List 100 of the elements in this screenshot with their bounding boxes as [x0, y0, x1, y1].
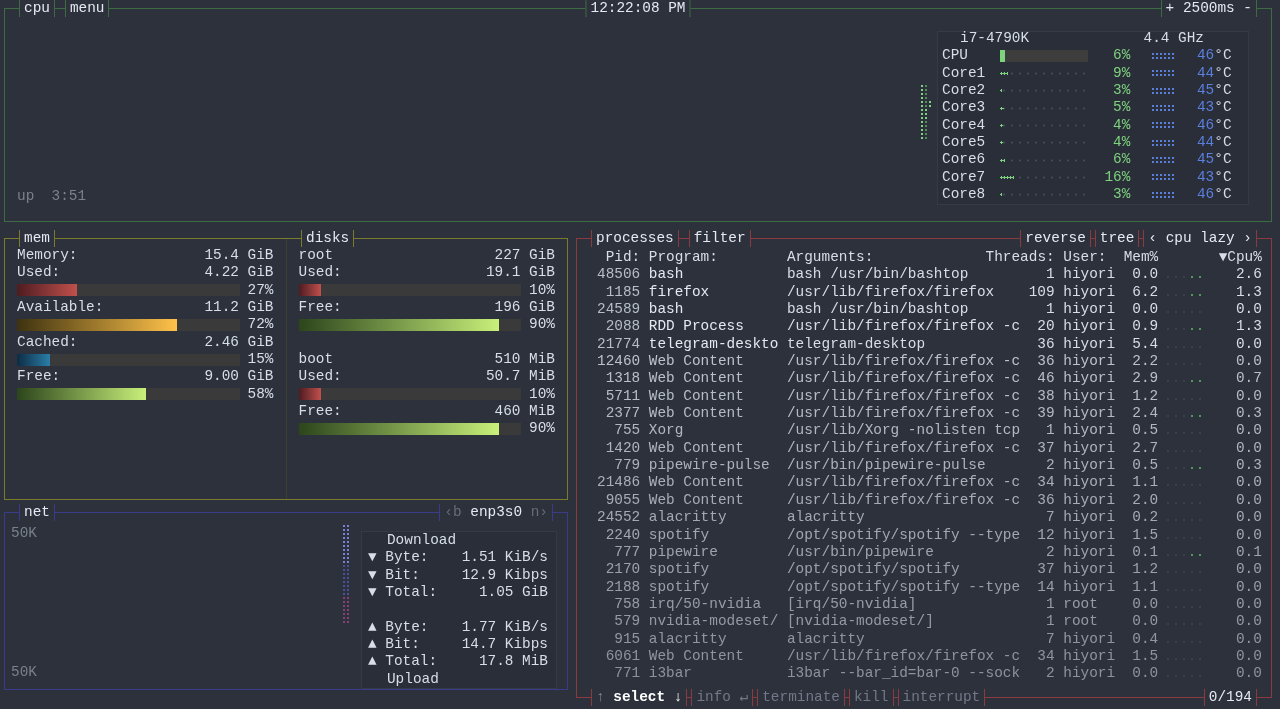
stat-value: 50.7 MiB: [485, 368, 555, 386]
user-cell: hiyori: [1063, 630, 1116, 648]
box-title: processes: [591, 230, 679, 247]
user-cell: hiyori: [1063, 457, 1116, 475]
user-cell: hiyori: [1063, 509, 1116, 527]
threads-cell-text: 1: [1045, 595, 1055, 614]
pid-cell-text: 777: [613, 543, 641, 562]
column-header[interactable]: Pid:: [597, 249, 641, 267]
pid-cell-text: 1318: [604, 370, 641, 388]
column-header[interactable]: Arguments:: [786, 249, 977, 267]
arguments-cell-text: bash /usr/bin/bashtop: [786, 266, 970, 284]
tree-toggle[interactable]: tree: [1094, 230, 1140, 247]
scale-label: 50K: [11, 525, 38, 543]
reverse-toggle[interactable]: reverse: [1020, 230, 1091, 247]
percent-text: 9%: [1112, 64, 1131, 83]
program-cell-text: i3bar: [648, 665, 693, 683]
arguments-cell: /usr/lib/firefox/firefox -c: [786, 647, 1021, 666]
arguments-cell: /usr/lib/firefox/firefox -c: [786, 439, 1021, 458]
temperature-text: 46: [1195, 186, 1215, 204]
pid-cell-text: 2088: [604, 318, 641, 336]
threads-cell-text: 34: [1036, 647, 1055, 666]
cpu-model: i7-4790K: [960, 30, 1030, 48]
unit-text: °C: [1214, 99, 1232, 117]
stat-heading: Download: [386, 532, 458, 550]
core-label: Core8: [942, 186, 987, 204]
user-cell: hiyori: [1063, 474, 1116, 492]
percent-text: 10%: [529, 385, 555, 404]
user-cell: hiyori: [1063, 266, 1116, 284]
increase-button[interactable]: +: [1165, 0, 1175, 16]
user-cell-text: root: [1063, 595, 1099, 614]
temperature-graph: [1152, 53, 1175, 59]
cpu-cell-text: 0.0: [1234, 630, 1262, 648]
user-cell: hiyori: [1063, 405, 1116, 423]
stat-label: Free:: [17, 368, 61, 386]
pid-cell-text: 579: [613, 613, 641, 631]
cpu-cell-text: 0.0: [1234, 387, 1262, 406]
mem-cell-text: 2.9: [1131, 370, 1159, 388]
cpu-cell-text: 0.0: [1234, 335, 1262, 354]
interval-text: 2500ms: [1182, 0, 1235, 16]
pid-cell-text: 2240: [604, 526, 641, 544]
column-header[interactable]: Threads:: [985, 249, 1055, 267]
column-header[interactable]: ▼Cpu%: [1218, 249, 1262, 267]
percent-text: 4%: [1112, 134, 1131, 152]
disk-name: root: [298, 247, 334, 265]
threads-cell-text: 7: [1045, 509, 1055, 527]
threads-cell-text: 2: [1045, 665, 1055, 683]
disk-size: 510 MiB: [494, 351, 555, 369]
core-label: Core1: [942, 64, 987, 83]
core-label: Core6: [942, 151, 987, 169]
pid-cell-text: 2188: [604, 578, 641, 596]
core-label: Core5: [942, 134, 987, 152]
percent-text: 3%: [1112, 82, 1131, 100]
percent-text: 72%: [247, 316, 274, 334]
unit-text: °C: [1214, 82, 1232, 100]
threads-cell-text: 34: [1036, 474, 1055, 492]
footer-button[interactable]: ↑ select ↓: [591, 689, 688, 706]
mem-cell-text: 1.1: [1131, 578, 1159, 596]
program-cell-text: RDD Process: [648, 318, 745, 336]
decrease-button[interactable]: -: [1243, 0, 1252, 16]
program-cell: nvidia-modeset/: [648, 613, 779, 631]
column-header[interactable]: User:: [1063, 249, 1116, 267]
cpu-cell-text: 0.0: [1234, 578, 1262, 596]
pid-cell: 21486: [597, 474, 641, 492]
column-header[interactable]: Program:: [648, 249, 779, 267]
filter-tab[interactable]: filter: [688, 230, 751, 247]
arrow-icon: ▲: [368, 618, 377, 637]
user-cell: hiyori: [1063, 665, 1116, 683]
temperature-graph: [1152, 139, 1175, 146]
stat-label: Available:: [17, 299, 104, 317]
pid-cell-text: 915: [613, 630, 641, 648]
threads-cell-text: 2: [1045, 543, 1055, 562]
mem-cell-text: 2.0: [1131, 491, 1159, 510]
percent-text: 6%: [1112, 151, 1131, 169]
menu-tab[interactable]: menu: [64, 0, 110, 17]
unit-text: °C: [1214, 134, 1232, 152]
user-cell: hiyori: [1063, 526, 1116, 544]
program-cell-text: irq/50-nvidia: [648, 595, 763, 614]
cpu-cell-text: 0.0: [1234, 301, 1262, 319]
pid-cell-text: 758: [613, 595, 641, 614]
temperature-text: 45: [1195, 82, 1215, 100]
column-header[interactable]: Mem%: [1123, 249, 1159, 267]
user-cell: hiyori: [1063, 283, 1116, 302]
pid-cell-text: 9055: [604, 491, 641, 510]
mem-cell-text: 0.0: [1131, 613, 1159, 631]
arrow-icon: ▼: [368, 549, 377, 567]
stat-label: Free:: [298, 299, 342, 317]
previous-sort[interactable]: ‹: [1148, 230, 1157, 246]
user-cell: hiyori: [1063, 301, 1116, 319]
percent-text: 15%: [247, 351, 274, 369]
mem-cell-text: 0.5: [1131, 422, 1159, 440]
temperature-graph: [1152, 174, 1175, 181]
mem-cell-text: 0.0: [1131, 665, 1159, 683]
program-cell-text: pipewire: [648, 543, 719, 562]
program-cell-text: spotify: [648, 561, 711, 579]
user-cell: hiyori: [1063, 422, 1116, 440]
temperature-graph: [1152, 87, 1175, 94]
stat-label: Byte:: [384, 618, 429, 637]
percent-text: 27%: [247, 281, 274, 300]
threads-cell-text: 12: [1036, 526, 1055, 544]
next-sort[interactable]: ›: [1243, 230, 1252, 246]
